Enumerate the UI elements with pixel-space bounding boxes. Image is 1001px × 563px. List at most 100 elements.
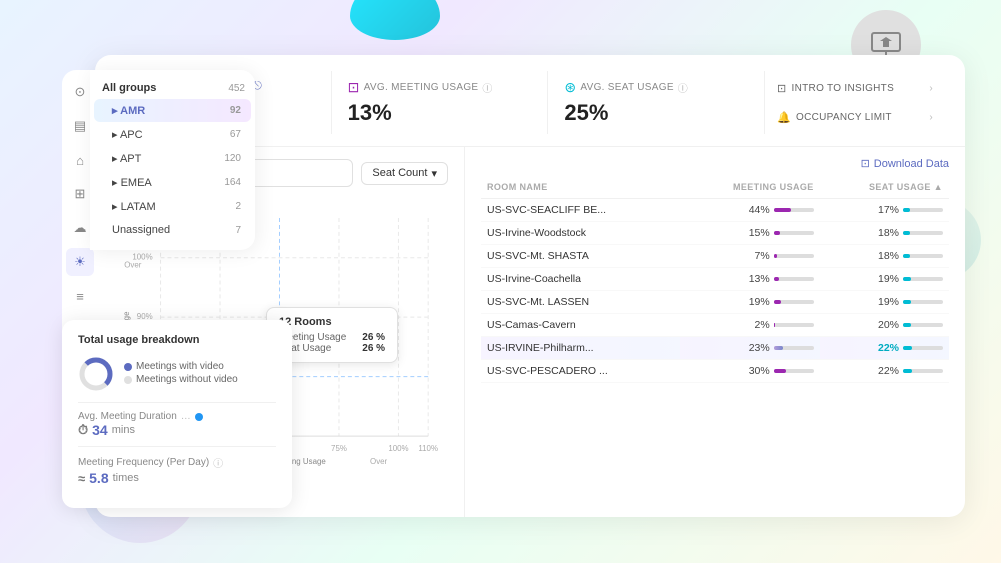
avg-seat-label: ⊛ Avg. Seat Usage ⓘ (564, 79, 748, 96)
cell-seat-usage: 22% (820, 360, 949, 383)
metric-avg-seat-usage: ⊛ Avg. Seat Usage ⓘ 25% (548, 71, 765, 134)
bottom-stats-panel: Total usage breakdown Meetings with vide… (62, 320, 292, 508)
col-room-name[interactable]: ROOM NAME (481, 178, 680, 199)
tooltip-seat-value: 26 % (362, 343, 385, 354)
sidebar-item-latam[interactable]: ▸ LATAM 2 (94, 195, 251, 218)
sidebar-item-amr[interactable]: ▸ AMR 92 (94, 99, 251, 122)
table-header: ROOM NAME MEETING USAGE SEAT USAGE ▲ (481, 178, 949, 199)
svg-text:Over: Over (124, 261, 141, 270)
avg-duration-info-icon[interactable]: … (181, 411, 191, 422)
cell-room-name: US-SVC-SEACLIFF BE... (481, 199, 680, 222)
avg-meeting-label: ⊡ Avg. Meeting Usage ⓘ (348, 79, 532, 96)
avg-seat-info-icon[interactable]: ⓘ (678, 80, 688, 95)
sidebar-icon-sliders[interactable]: ≡ (66, 282, 94, 310)
sidebar-item-apt-label: ▸ APT (112, 152, 141, 165)
cell-seat-usage: 19% (820, 291, 949, 314)
sidebar-nav: All groups 452 ▸ AMR 92 ▸ APC 67 ▸ APT 1… (90, 70, 255, 250)
table-row: US-SVC-SEACLIFF BE...44%17% (481, 199, 949, 222)
seat-icon: ⊛ (564, 79, 576, 96)
download-label: Download Data (874, 158, 949, 170)
calendar-icon: ⊡ (348, 79, 360, 96)
stat-meeting-frequency: Meeting Frequency (Per Day) ⓘ ≈ 5.8 time… (78, 455, 276, 486)
table-row: US-SVC-PESCADERO ...30%22% (481, 360, 949, 383)
nav-all-groups[interactable]: All groups 452 (90, 78, 255, 98)
bottom-panel-title: Total usage breakdown (78, 334, 276, 346)
sidebar-icon-bulb[interactable]: ☀ (66, 248, 94, 276)
tooltip-meeting-row: Meeting Usage 26 % (279, 332, 385, 343)
frequency-info-icon[interactable]: ⓘ (213, 455, 223, 470)
table-row: US-Irvine-Woodstock15%18% (481, 222, 949, 245)
cell-meeting-usage: 19% (680, 291, 819, 314)
sidebar-item-unassigned-label: Unassigned (112, 224, 170, 236)
chevron-right-icon-1: › (929, 83, 933, 94)
legend-without-video: Meetings without video (124, 374, 238, 385)
sidebar-item-emea[interactable]: ▸ EMEA 164 (94, 171, 251, 194)
cell-seat-usage: 19% (820, 268, 949, 291)
chevron-down-icon: ▾ (431, 167, 437, 180)
nav-all-groups-label: All groups (102, 82, 156, 94)
svg-text:100%: 100% (388, 444, 408, 453)
cell-seat-usage: 18% (820, 245, 949, 268)
download-icon: ⊡ (861, 157, 870, 170)
legend-dot-no-video (124, 376, 132, 384)
chevron-right-icon-2: › (929, 112, 933, 123)
legend-with-video: Meetings with video (124, 361, 238, 372)
metric-avg-meeting-usage: ⊡ Avg. Meeting Usage ⓘ 13% (332, 71, 549, 134)
metric-links: ⊡ INTRO TO INSIGHTS › 🔔 OCCUPANCY LIMIT … (765, 71, 945, 134)
sidebar-item-amr-count: 92 (230, 105, 241, 116)
frequency-value: ≈ 5.8 times (78, 470, 276, 486)
monitor-small-icon: ⊡ (777, 82, 787, 95)
donut-row: Meetings with video Meetings without vid… (78, 356, 276, 392)
download-data-button[interactable]: ⊡ Download Data (861, 157, 949, 170)
table-row: US-IRVINE-Philharm...23%22% (481, 337, 949, 360)
divider-1 (78, 402, 276, 403)
donut-chart (78, 356, 114, 392)
cell-meeting-usage: 44% (680, 199, 819, 222)
sidebar-item-amr-label: ▸ AMR (112, 104, 145, 117)
sidebar-item-apt-count: 120 (224, 153, 241, 164)
freq-icon: ≈ (78, 471, 85, 486)
cell-room-name: US-SVC-Mt. SHASTA (481, 245, 680, 268)
svg-text:75%: 75% (331, 444, 347, 453)
cell-meeting-usage: 7% (680, 245, 819, 268)
data-table: ROOM NAME MEETING USAGE SEAT USAGE ▲ US-… (481, 178, 949, 383)
table-row: US-SVC-Mt. LASSEN19%19% (481, 291, 949, 314)
table-row: US-Camas-Cavern2%20% (481, 314, 949, 337)
table-panel: ⊡ Download Data ROOM NAME MEETING USAGE … (465, 147, 965, 517)
cell-room-name: US-Irvine-Woodstock (481, 222, 680, 245)
tooltip-seat-row: Seat Usage 26 % (279, 343, 385, 354)
cell-room-name: US-Irvine-Coachella (481, 268, 680, 291)
seat-count-dropdown[interactable]: Seat Count ▾ (361, 162, 448, 185)
cell-room-name: US-SVC-PESCADERO ... (481, 360, 680, 383)
col-meeting-usage[interactable]: MEETING USAGE (680, 178, 819, 199)
sidebar-item-apc-count: 67 (230, 129, 241, 140)
nav-all-groups-count: 452 (228, 83, 245, 94)
donut-legend: Meetings with video Meetings without vid… (124, 361, 238, 387)
cell-meeting-usage: 15% (680, 222, 819, 245)
cell-meeting-usage: 13% (680, 268, 819, 291)
avg-meeting-value: 13% (348, 100, 532, 126)
sidebar-item-emea-label: ▸ EMEA (112, 176, 152, 189)
cell-meeting-usage: 23% (680, 337, 819, 360)
link-intro-insights[interactable]: ⊡ INTRO TO INSIGHTS › (777, 78, 933, 99)
seat-count-label: Seat Count (372, 167, 427, 179)
table-row: US-Irvine-Coachella13%19% (481, 268, 949, 291)
link-occupancy-limit[interactable]: 🔔 OCCUPANCY LIMIT › (777, 107, 933, 128)
cell-seat-usage: 20% (820, 314, 949, 337)
tooltip-meeting-value: 26 % (362, 332, 385, 343)
avg-duration-label: Avg. Meeting Duration … (78, 411, 276, 422)
table-row: US-SVC-Mt. SHASTA7%18% (481, 245, 949, 268)
sidebar-item-apt[interactable]: ▸ APT 120 (94, 147, 251, 170)
divider-2 (78, 446, 276, 447)
sidebar-item-latam-label: ▸ LATAM (112, 200, 156, 213)
table-header-row: ⊡ Download Data (481, 157, 949, 170)
cell-meeting-usage: 2% (680, 314, 819, 337)
bell-icon: 🔔 (777, 111, 791, 124)
sidebar-item-apc[interactable]: ▸ APC 67 (94, 123, 251, 146)
avg-meeting-info-icon[interactable]: ⓘ (482, 80, 492, 95)
col-seat-usage[interactable]: SEAT USAGE ▲ (820, 178, 949, 199)
sidebar-item-unassigned[interactable]: Unassigned 7 (94, 219, 251, 241)
sidebar-item-unassigned-count: 7 (235, 225, 241, 236)
legend-dot-video (124, 363, 132, 371)
blue-dot-indicator (195, 413, 203, 421)
